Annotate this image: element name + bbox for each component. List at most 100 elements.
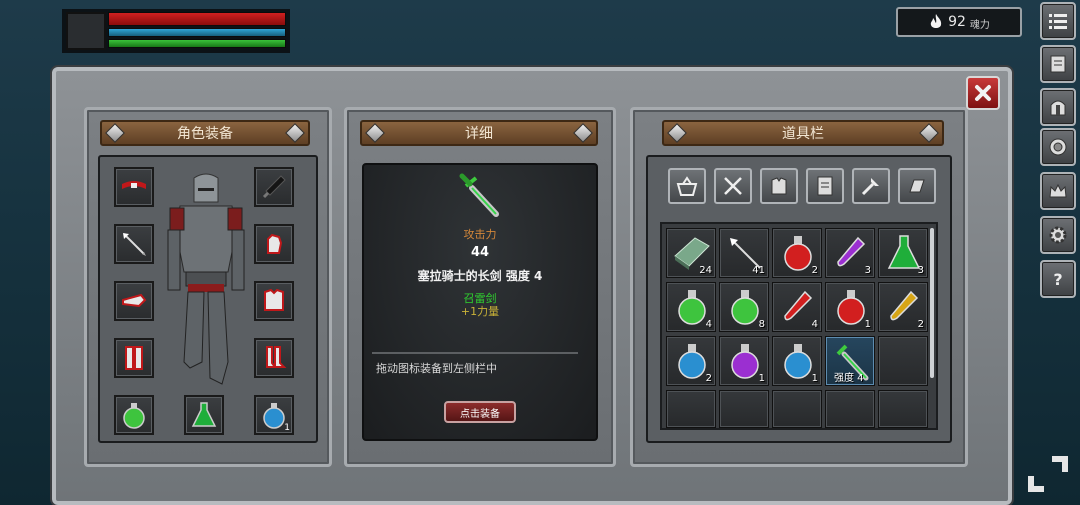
item-count: 24 [699, 265, 712, 276]
inventory-slot[interactable]: 2 [666, 336, 716, 386]
settings-button[interactable] [1040, 216, 1076, 254]
green-flask-icon [191, 402, 217, 427]
detail-panel-title: 详细 [465, 126, 493, 142]
crown-tab-button[interactable] [1040, 172, 1076, 210]
inventory-slot-empty[interactable] [825, 390, 875, 428]
inventory-slot-empty[interactable] [878, 390, 928, 428]
quick-slot-3[interactable]: 1 [254, 395, 294, 435]
equipment-panel-title: 角色装备 [177, 126, 233, 142]
boots-icon [266, 346, 287, 368]
detail-panel-header: 详细 [360, 120, 598, 146]
item-count: 3 [917, 265, 924, 276]
equip-slot-bracer[interactable] [114, 281, 154, 321]
belt-icon [122, 181, 146, 189]
flame-icon [930, 14, 942, 28]
quick-slot-1[interactable] [114, 395, 154, 435]
green-sword-icon [459, 173, 499, 217]
filter-weapons-button[interactable] [714, 168, 752, 204]
inventory-slot[interactable]: 4 [666, 282, 716, 332]
items-panel-header: 道具栏 [662, 120, 944, 146]
inventory-scrollbar[interactable] [930, 228, 934, 378]
arrow-icon [123, 233, 146, 256]
item-count: 1 [758, 373, 765, 384]
equip-slot-weapon[interactable] [254, 167, 294, 207]
inventory-slot-empty[interactable] [878, 336, 928, 386]
item-count: 1 [811, 373, 818, 384]
equip-slot-arrow[interactable] [114, 224, 154, 264]
leg-armor-icon [125, 346, 143, 370]
item-count: 41 [752, 265, 765, 276]
inventory-slot[interactable]: 1 [825, 282, 875, 332]
equip-slot-belt[interactable] [114, 167, 154, 207]
equip-slot-gloves[interactable] [254, 224, 294, 264]
tools-filter-icon [861, 178, 879, 196]
item-count: 2 [917, 319, 924, 330]
crown-icon [1049, 183, 1067, 198]
detail-divider [372, 352, 578, 354]
filter-all-button[interactable] [668, 168, 706, 204]
close-button[interactable] [966, 76, 1000, 110]
equipment-panel-header: 角色装备 [100, 120, 310, 146]
settings-gear-icon [1049, 226, 1067, 244]
souls-counter: 92 魂力 [896, 7, 1022, 37]
skills-tab-button[interactable] [1040, 128, 1076, 166]
item-strength: 强度 4 [834, 373, 864, 384]
filter-misc-button[interactable] [898, 168, 936, 204]
inventory-slot[interactable]: 3 [825, 228, 875, 278]
equip-slot-boots[interactable] [254, 338, 294, 378]
help-button[interactable]: ? [1040, 260, 1076, 298]
items-panel-title: 道具栏 [782, 126, 824, 142]
mana-bar [108, 28, 286, 37]
inventory-slot-empty[interactable] [719, 390, 769, 428]
svg-text:?: ? [1053, 270, 1062, 289]
souls-unit: 魂力 [969, 19, 990, 31]
inventory-slot[interactable]: 24 [666, 228, 716, 278]
help-icon: ? [1053, 270, 1062, 289]
item-count: 2 [705, 373, 712, 384]
equip-button[interactable]: 点击装备 [444, 401, 516, 423]
inventory-slot[interactable]: 8 [719, 282, 769, 332]
quick-slot-count: 1 [284, 423, 290, 433]
menu-list-button[interactable] [1040, 2, 1076, 40]
item-count: 2 [811, 265, 818, 276]
inventory-slot[interactable]: 2 [878, 282, 928, 332]
sword-icon [262, 175, 286, 199]
inventory-slot[interactable]: 4 [772, 282, 822, 332]
filter-scrolls-button[interactable] [806, 168, 844, 204]
equip-slot-legs[interactable] [114, 338, 154, 378]
inventory-slot-selected[interactable]: 强度 4 [825, 336, 875, 386]
item-count: 4 [705, 319, 712, 330]
item-name: 塞拉骑士的长剑 强度 4 [417, 269, 543, 283]
filter-armor-button[interactable] [760, 168, 798, 204]
player-portrait[interactable] [66, 12, 106, 50]
inventory-slot[interactable]: 2 [772, 228, 822, 278]
resize-icon[interactable] [1024, 452, 1072, 496]
menu-list-icon [1049, 14, 1067, 29]
item-count: 3 [864, 265, 871, 276]
item-count: 1 [864, 319, 871, 330]
equip-slot-chest[interactable] [254, 281, 294, 321]
basket-icon [676, 176, 698, 196]
chest-armor-icon [264, 288, 284, 311]
attack-value: 44 [470, 245, 490, 260]
inventory-slot[interactable]: 1 [772, 336, 822, 386]
inventory-slot[interactable]: 1 [719, 336, 769, 386]
inventory-scroll-icon [1050, 55, 1066, 73]
equipment-tab-button[interactable] [1040, 88, 1076, 126]
stamina-bar [108, 39, 286, 48]
inventory-slot[interactable]: 3 [878, 228, 928, 278]
inventory-slot[interactable]: 41 [719, 228, 769, 278]
helmet-icon [1050, 100, 1066, 116]
misc-filter-icon [909, 179, 925, 193]
close-icon [975, 85, 991, 101]
scroll-filter-icon [817, 176, 833, 196]
inventory-slot-empty[interactable] [772, 390, 822, 428]
inventory-slot-empty[interactable] [666, 390, 716, 428]
quick-slot-2[interactable] [184, 395, 224, 435]
green-potion-icon [123, 403, 145, 429]
weapon-filter-icon [724, 177, 742, 195]
armor-filter-icon [771, 177, 787, 195]
filter-tools-button[interactable] [852, 168, 890, 204]
souls-value: 92 [948, 14, 966, 30]
inventory-tab-button[interactable] [1040, 45, 1076, 83]
